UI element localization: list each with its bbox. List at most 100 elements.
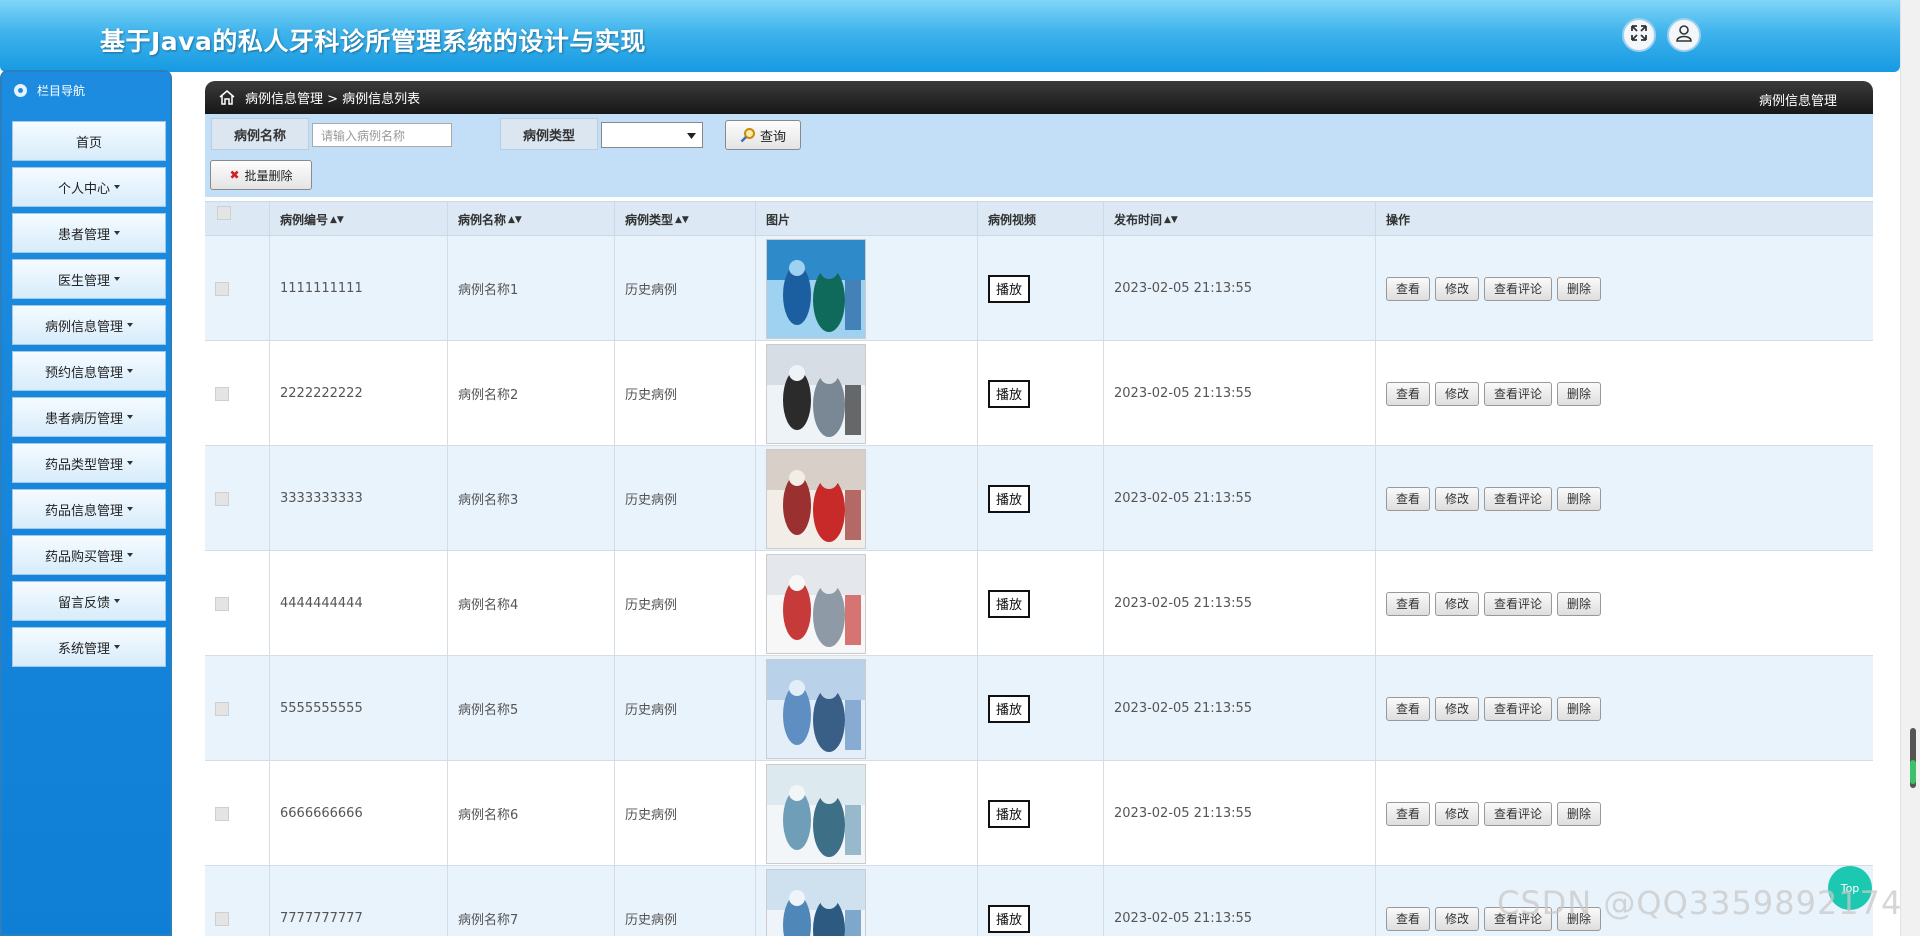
sidebar-item-7[interactable]: 药品类型管理 — [12, 443, 166, 483]
play-button[interactable]: 播放 — [988, 799, 1031, 828]
sidebar-item-10[interactable]: 留言反馈 — [12, 581, 166, 621]
case-image[interactable] — [766, 448, 866, 549]
search-button[interactable]: 查询 — [725, 120, 801, 150]
case-image[interactable] — [766, 238, 866, 339]
table-row: 1111111111 病例名称1 历史病例 播放 2023-02-05 21:13:55… — [205, 236, 1873, 341]
delete-button[interactable]: 删除 — [1557, 801, 1602, 826]
case-video-cell: 播放 — [977, 866, 1103, 936]
delete-button[interactable]: 删除 — [1557, 381, 1602, 406]
play-button[interactable]: 播放 — [988, 589, 1031, 618]
sidebar-item-11[interactable]: 系统管理 — [12, 627, 166, 667]
edit-button[interactable]: 修改 — [1435, 276, 1480, 301]
play-button[interactable]: 播放 — [988, 484, 1031, 513]
view-comments-button[interactable]: 查看评论 — [1484, 801, 1553, 826]
caret-down-icon — [114, 185, 120, 189]
case-video-cell: 播放 — [977, 236, 1103, 341]
case-name-input[interactable]: 请输入病例名称 — [312, 123, 452, 147]
case-type-select[interactable] — [601, 122, 703, 148]
delete-button[interactable]: 删除 — [1557, 486, 1602, 511]
view-button[interactable]: 查看 — [1386, 591, 1431, 616]
sidebar-item-9[interactable]: 药品购买管理 — [12, 535, 166, 575]
edit-button[interactable]: 修改 — [1435, 381, 1480, 406]
view-comments-button[interactable]: 查看评论 — [1484, 381, 1553, 406]
view-button[interactable]: 查看 — [1386, 696, 1431, 721]
view-button[interactable]: 查看 — [1386, 381, 1431, 406]
case-image[interactable] — [766, 658, 866, 759]
view-button[interactable]: 查看 — [1386, 906, 1431, 931]
play-button[interactable]: 播放 — [988, 379, 1031, 408]
col-case-type[interactable]: 病例类型 ▲▼ — [614, 202, 755, 237]
edit-button[interactable]: 修改 — [1435, 696, 1480, 721]
case-image[interactable] — [766, 553, 866, 654]
case-image[interactable] — [766, 868, 866, 936]
row-select-cell — [205, 446, 269, 551]
sidebar-item-label: 留言反馈 — [57, 595, 110, 611]
delete-button[interactable]: 删除 — [1557, 591, 1602, 616]
case-type-cell: 历史病例 — [614, 446, 755, 551]
sidebar-header: 栏目导航 — [2, 72, 170, 108]
edit-button[interactable]: 修改 — [1435, 591, 1480, 616]
publish-time-cell: 2023-02-05 21:13:55 — [1103, 656, 1375, 761]
row-checkbox[interactable] — [215, 491, 229, 506]
row-checkbox[interactable] — [215, 386, 229, 401]
edit-button[interactable]: 修改 — [1435, 801, 1480, 826]
sidebar-item-0[interactable]: 首页 — [12, 121, 166, 161]
row-checkbox[interactable] — [215, 911, 229, 926]
play-button[interactable]: 播放 — [988, 274, 1031, 303]
view-button[interactable]: 查看 — [1386, 276, 1431, 301]
case-video-cell: 播放 — [977, 341, 1103, 446]
view-comments-button[interactable]: 查看评论 — [1484, 591, 1553, 616]
sort-icon: ▲▼ — [508, 214, 522, 225]
select-all-header — [205, 202, 269, 237]
user-button[interactable] — [1667, 18, 1701, 52]
sidebar-item-label: 药品信息管理 — [44, 503, 123, 519]
delete-button[interactable]: 删除 — [1557, 696, 1602, 721]
case-image[interactable] — [766, 343, 866, 444]
sidebar-item-6[interactable]: 患者病历管理 — [12, 397, 166, 437]
col-case-id[interactable]: 病例编号 ▲▼ — [269, 202, 447, 237]
sidebar-item-8[interactable]: 药品信息管理 — [12, 489, 166, 529]
fullscreen-button[interactable] — [1622, 18, 1656, 52]
caret-down-icon — [127, 507, 133, 511]
sidebar-item-5[interactable]: 预约信息管理 — [12, 351, 166, 391]
sidebar-item-2[interactable]: 患者管理 — [12, 213, 166, 253]
table-row: 5555555555 病例名称5 历史病例 播放 2023-02-05 21:13:55… — [205, 656, 1873, 761]
row-checkbox[interactable] — [215, 281, 229, 296]
play-button[interactable]: 播放 — [988, 694, 1031, 723]
row-checkbox[interactable] — [215, 701, 229, 716]
row-checkbox[interactable] — [215, 806, 229, 821]
publish-time-cell: 2023-02-05 21:13:55 — [1103, 551, 1375, 656]
batch-delete-button[interactable]: ✖ 批量删除 — [210, 160, 312, 190]
search-button-label: 查询 — [759, 129, 786, 145]
row-checkbox[interactable] — [215, 596, 229, 611]
edit-button[interactable]: 修改 — [1435, 486, 1480, 511]
col-case-name[interactable]: 病例名称 ▲▼ — [447, 202, 614, 237]
edit-button[interactable]: 修改 — [1435, 906, 1480, 931]
actions-cell: 查看 修改 查看评论 删除 — [1375, 341, 1873, 446]
view-comments-button[interactable]: 查看评论 — [1484, 696, 1553, 721]
case-image[interactable] — [766, 763, 866, 864]
play-button[interactable]: 播放 — [988, 904, 1031, 933]
view-button[interactable]: 查看 — [1386, 486, 1431, 511]
breadcrumb-bar: 病例信息管理 > 病例信息列表 病例信息管理 — [205, 81, 1873, 114]
home-icon[interactable] — [219, 90, 235, 105]
view-comments-button[interactable]: 查看评论 — [1484, 276, 1553, 301]
caret-down-icon — [127, 369, 133, 373]
col-case-name-label: 病例名称 — [458, 213, 507, 227]
case-name-cell: 病例名称3 — [447, 446, 614, 551]
sidebar-item-1[interactable]: 个人中心 — [12, 167, 166, 207]
close-icon: ✖ — [229, 168, 240, 182]
col-publish-time[interactable]: 发布时间 ▲▼ — [1103, 202, 1375, 237]
actions-cell: 查看 修改 查看评论 删除 — [1375, 551, 1873, 656]
sidebar-item-3[interactable]: 医生管理 — [12, 259, 166, 299]
view-button[interactable]: 查看 — [1386, 801, 1431, 826]
view-comments-button[interactable]: 查看评论 — [1484, 486, 1553, 511]
case-name-cell: 病例名称2 — [447, 341, 614, 446]
col-video: 病例视频 — [977, 202, 1103, 237]
publish-time-cell: 2023-02-05 21:13:55 — [1103, 866, 1375, 936]
page-scrollbar[interactable] — [1900, 0, 1920, 936]
case-image-cell — [755, 446, 977, 551]
select-all-checkbox[interactable] — [217, 205, 231, 220]
delete-button[interactable]: 删除 — [1557, 276, 1602, 301]
sidebar-item-4[interactable]: 病例信息管理 — [12, 305, 166, 345]
